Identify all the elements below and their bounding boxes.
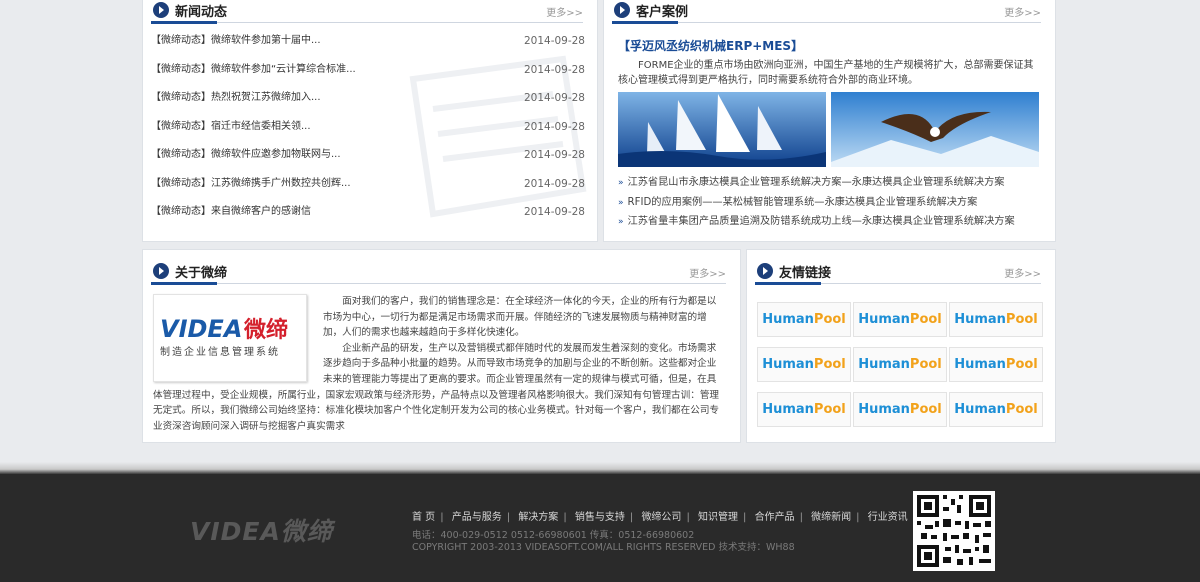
humanpool-link[interactable]: HumanPool xyxy=(949,347,1043,382)
news-item[interactable]: 【微缔动态】热烈祝贺江苏微缔加入... 2014-09-28 xyxy=(151,88,585,117)
humanpool-link[interactable]: HumanPool xyxy=(757,347,851,382)
footer-nav-item[interactable]: 微缔公司 xyxy=(641,512,681,523)
humanpool-link[interactable]: HumanPool xyxy=(853,347,947,382)
humanpool-link[interactable]: HumanPool xyxy=(949,392,1043,427)
humanpool-link[interactable]: HumanPool xyxy=(949,302,1043,337)
footer: VIDEA微缔 首 页 | 产品与服务 | 解决方案 | 销售与支持 | 微缔公司 | 知… xyxy=(0,474,1200,582)
footer-nav-item[interactable]: 销售与支持 xyxy=(575,512,625,523)
qr-code-icon xyxy=(913,491,995,571)
bullet-icon: » xyxy=(618,178,624,188)
footer-nav-item[interactable]: 首 页 xyxy=(412,512,435,523)
humanpool-link[interactable]: HumanPool xyxy=(853,302,947,337)
bullet-icon: » xyxy=(618,217,624,227)
footer-nav-item[interactable]: 解决方案 xyxy=(518,512,558,523)
bullet-icon: » xyxy=(618,197,624,208)
cases-more-link[interactable]: 更多>> xyxy=(1004,4,1041,19)
humanpool-link[interactable]: HumanPool xyxy=(853,392,947,427)
footer-nav-item[interactable]: 合作产品 xyxy=(755,512,795,523)
news-list: 【微缔动态】微缔软件参加第十届中... 2014-09-28 【微缔动态】微缔软件… xyxy=(151,31,585,231)
humanpool-link[interactable]: HumanPool xyxy=(757,392,851,427)
friends-header: 友情链接 更多>> xyxy=(755,260,1041,285)
footer-logo[interactable]: VIDEA微缔 xyxy=(190,512,333,548)
footer-phone: 电话：400-029-0512 0512-66980601 传真：0512-66… xyxy=(412,530,695,541)
friends-title: 友情链接 xyxy=(779,266,832,281)
arrow-right-icon xyxy=(757,263,773,279)
news-item[interactable]: 【微缔动态】江苏微缔携手广州数控共创辉... 2014-09-28 xyxy=(151,174,585,203)
case-feature-desc: FORME企业的重点市场由欧洲向亚洲，中国生产基地的生产规模将扩大，总部需要保证… xyxy=(618,60,1034,86)
footer-nav-item[interactable]: 产品与服务 xyxy=(452,512,502,523)
news-item[interactable]: 【微缔动态】来自微缔客户的感谢信 2014-09-28 xyxy=(151,202,585,231)
footer-copyright: COPYRIGHT 2003-2013 VIDEASOFT.COM/ALL RI… xyxy=(412,541,795,553)
case-feature-title[interactable]: 【孚迈风丞纺织机械ERP+MES】 xyxy=(618,37,803,54)
news-title: 新闻动态 xyxy=(175,5,228,20)
footer-nav-item[interactable]: 知识管理 xyxy=(698,512,738,523)
about-text: 面对我们的客户，我们的销售理念是：在全球经济一体化的今天，企业的所有行为都是以市… xyxy=(153,296,720,432)
news-item[interactable]: 【微缔动态】微缔软件参加第十届中... 2014-09-28 xyxy=(151,31,585,60)
news-panel: 新闻动态 更多>> 【微缔动态】微缔软件参加第十届中... 2014-09-28 … xyxy=(142,0,598,242)
cases-header: 客户案例 更多>> xyxy=(612,0,1041,24)
arrow-right-icon xyxy=(614,2,630,18)
eagle-image[interactable] xyxy=(831,92,1039,167)
news-item[interactable]: 【微缔动态】宿迁市经信委相关领... 2014-09-28 xyxy=(151,117,585,146)
arrow-right-icon xyxy=(153,2,169,18)
humanpool-link[interactable]: HumanPool xyxy=(757,302,851,337)
about-panel: 关于微缔 更多>> VIDEA 微缔 制造企业信息管理系统 面对我们的客户，我们… xyxy=(142,249,741,443)
news-header: 新闻动态 更多>> xyxy=(151,0,583,24)
case-link[interactable]: » RFID的应用案例——某松械智能管理系统—永康达模具企业管理系统解决方案 xyxy=(618,193,1039,213)
cases-title: 客户案例 xyxy=(636,5,689,20)
cases-panel: 客户案例 更多>> 【孚迈风丞纺织机械ERP+MES】 FORME企业的重点市场… xyxy=(603,0,1056,242)
news-more-link[interactable]: 更多>> xyxy=(546,4,583,19)
footer-nav-item[interactable]: 微缔新闻 xyxy=(811,512,851,523)
news-item[interactable]: 【微缔动态】微缔软件应邀参加物联网与... 2014-09-28 xyxy=(151,145,585,174)
news-item[interactable]: 【微缔动态】微缔软件参加“云计算综合标准... 2014-09-28 xyxy=(151,60,585,89)
about-header: 关于微缔 更多>> xyxy=(151,260,726,285)
footer-nav-item[interactable]: 行业资讯 xyxy=(868,512,908,523)
footer-nav: 首 页 | 产品与服务 | 解决方案 | 销售与支持 | 微缔公司 | 知识管理 | 合作产… xyxy=(412,512,908,523)
footer-shadow xyxy=(0,462,1200,474)
sailboats-image[interactable] xyxy=(618,92,826,167)
friends-more-link[interactable]: 更多>> xyxy=(1004,265,1041,280)
case-link[interactable]: » 江苏省昆山市永康达模具企业管理系统解决方案—永康达模具企业管理系统解决方案 xyxy=(618,173,1039,193)
case-links: » 江苏省昆山市永康达模具企业管理系统解决方案—永康达模具企业管理系统解决方案 »… xyxy=(618,173,1039,232)
arrow-right-icon xyxy=(153,263,169,279)
about-title: 关于微缔 xyxy=(175,266,228,281)
friends-panel: 友情链接 更多>> HumanPool HumanPool HumanPool … xyxy=(746,249,1056,443)
case-link[interactable]: » 江苏省量丰集团产品质量追溯及防错系统成功上线—永康达模具企业管理系统解决方案 xyxy=(618,212,1039,232)
footer-info: 电话：400-029-0512 0512-66980601 传真：0512-66… xyxy=(412,530,795,553)
about-more-link[interactable]: 更多>> xyxy=(689,265,726,280)
